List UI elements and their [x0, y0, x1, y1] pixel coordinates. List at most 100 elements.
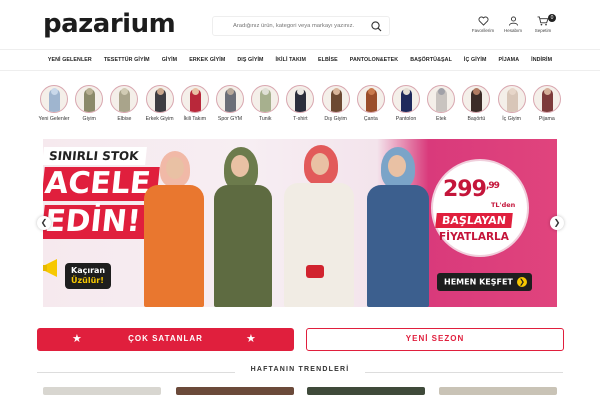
- divider: [365, 372, 563, 373]
- trend-card[interactable]: [176, 387, 294, 395]
- category-thumbnail: [40, 85, 68, 113]
- nav-item-giyim[interactable]: GİYİM: [156, 57, 184, 63]
- category-label: Spor GYM: [217, 116, 243, 122]
- nav-item-elbise[interactable]: ELBİSE: [312, 57, 344, 63]
- favorites-label: Favorilerim: [471, 28, 495, 33]
- category-item[interactable]: Giyim: [72, 85, 106, 122]
- cart-label: Sepetim: [534, 28, 552, 33]
- category-thumbnail: [462, 85, 491, 113]
- category-thumbnail: [216, 85, 244, 113]
- category-label: Etek: [435, 116, 447, 122]
- category-item[interactable]: Çanta: [354, 85, 388, 122]
- nav-item-ic-giyim[interactable]: İÇ GİYİM: [458, 57, 493, 63]
- best-sellers-tab[interactable]: ★ ÇOK SATANLAR ★: [37, 328, 294, 351]
- category-thumbnail: [110, 85, 139, 113]
- trend-card[interactable]: [307, 387, 425, 395]
- nav-item-dis-giyim[interactable]: DIŞ GİYİM: [231, 57, 269, 63]
- user-icon: [508, 16, 518, 26]
- category-thumbnail: [532, 85, 561, 113]
- hero-cta-button[interactable]: HEMEN KEŞFET ❯: [437, 273, 532, 291]
- category-label: Pantolon: [395, 116, 417, 122]
- hero-price: 299,99: [443, 177, 500, 202]
- hero-price-main: 299: [443, 177, 487, 202]
- category-label: T-shirt: [293, 116, 308, 122]
- hero-banner[interactable]: SINIRLI STOK ACELE EDİN! Kaçıran Üzülür!…: [43, 139, 557, 307]
- category-item[interactable]: Yeni Gelenler: [37, 85, 71, 122]
- category-item[interactable]: Etek: [424, 85, 458, 122]
- category-label: Başörtü: [467, 116, 486, 122]
- category-thumbnail: [356, 85, 385, 113]
- category-item[interactable]: Elbise: [107, 85, 141, 122]
- category-strip: Yeni Gelenler Giyim Elbise Erkek Giyim İkili…: [37, 85, 563, 133]
- category-thumbnail: [251, 85, 280, 113]
- hero-baslayan: BAŞLAYAN: [435, 213, 513, 228]
- nav-item-pantolon-etek[interactable]: PANTOLON&ETEK: [344, 57, 404, 63]
- search-box[interactable]: [212, 16, 390, 36]
- star-icon: ★: [246, 333, 256, 345]
- model-white: [278, 145, 358, 307]
- model-denim: [363, 147, 433, 307]
- category-label: İç Giyim: [502, 116, 521, 122]
- site-logo[interactable]: pazarium: [43, 8, 176, 40]
- model-orange: [138, 151, 208, 307]
- category-label: Tunik: [258, 116, 272, 122]
- category-label: Giyim: [82, 116, 96, 122]
- nav-item-yeni-gelenler[interactable]: YENİ GELENLER: [42, 57, 98, 63]
- category-item[interactable]: Dış Giyim: [319, 85, 353, 122]
- category-label: Erkek Giyim: [145, 116, 174, 122]
- category-item[interactable]: Pijama: [530, 85, 564, 122]
- category-item[interactable]: Pantolon: [389, 85, 423, 122]
- favorites-link[interactable]: Favorilerim: [468, 16, 498, 33]
- hero-currency: TL'den: [491, 201, 516, 209]
- nav-item-pijama[interactable]: PİJAMA: [493, 57, 526, 63]
- hero-kacir-line2: Üzülür!: [71, 276, 104, 285]
- category-item[interactable]: Başörtü: [459, 85, 493, 122]
- hero-cta-label: HEMEN KEŞFET: [444, 277, 513, 287]
- category-thumbnail: [427, 85, 456, 113]
- search-icon[interactable]: [370, 20, 383, 33]
- header-actions: Favorilerim Hesabım 0 Sepetim: [468, 14, 568, 38]
- category-label: Dış Giyim: [324, 116, 347, 122]
- trend-card[interactable]: [43, 387, 161, 395]
- category-thumbnail: [497, 85, 526, 113]
- category-label: İkili Takım: [183, 116, 207, 122]
- nav-item-indirim[interactable]: İNDİRİM: [525, 57, 558, 63]
- trends-heading: HAFTANIN TRENDLERİ: [37, 366, 563, 378]
- category-item[interactable]: Erkek Giyim: [143, 85, 177, 122]
- site-header: pazarium Favorilerim Hesabım 0 Sepetim: [0, 0, 600, 48]
- account-label: Hesabım: [503, 28, 522, 33]
- trend-card[interactable]: [439, 387, 557, 395]
- category-item[interactable]: T-shirt: [283, 85, 317, 122]
- category-item[interactable]: Spor GYM: [213, 85, 247, 122]
- heart-icon: [478, 16, 488, 26]
- new-season-tab[interactable]: YENİ SEZON: [306, 328, 564, 351]
- hero-fiyat: FİYATLARLA: [439, 231, 509, 243]
- category-label: Yeni Gelenler: [38, 116, 70, 122]
- search-input[interactable]: [233, 19, 373, 33]
- category-thumbnail: [286, 85, 315, 113]
- nav-item-ikili-takim[interactable]: İKİLİ TAKIM: [270, 57, 312, 63]
- nav-item-erkek-giyim[interactable]: ERKEK GİYİM: [183, 57, 231, 63]
- category-item[interactable]: İkili Takım: [178, 85, 212, 122]
- hero-kacir-line1: Kaçıran: [71, 266, 106, 275]
- category-label: Pijama: [538, 116, 555, 122]
- carousel-prev-button[interactable]: ❮: [37, 216, 51, 230]
- category-thumbnail: [75, 85, 104, 113]
- hero-price-decimal: ,99: [485, 181, 500, 191]
- category-thumbnail: [145, 85, 174, 113]
- category-item[interactable]: Tunik: [248, 85, 282, 122]
- hero-headline-2: EDİN!: [43, 204, 149, 239]
- category-label: Çanta: [363, 116, 378, 122]
- account-link[interactable]: Hesabım: [498, 16, 528, 33]
- category-thumbnail: [392, 85, 420, 113]
- nav-item-basortu-sal[interactable]: BAŞÖRTÜ&ŞAL: [404, 57, 458, 63]
- megaphone-icon: [43, 259, 57, 277]
- category-item[interactable]: İç Giyim: [495, 85, 529, 122]
- main-nav: YENİ GELENLER TESETTÜR GİYİM GİYİM ERKEK…: [0, 49, 600, 71]
- carousel-next-button[interactable]: ❯: [550, 216, 564, 230]
- cart-link[interactable]: 0 Sepetim: [528, 14, 558, 33]
- arrow-right-icon: ❯: [516, 277, 527, 287]
- category-label: Elbise: [117, 116, 132, 122]
- nav-item-tesettur-giyim[interactable]: TESETTÜR GİYİM: [98, 57, 156, 63]
- hero-kacir-badge: Kaçıran Üzülür!: [65, 263, 112, 289]
